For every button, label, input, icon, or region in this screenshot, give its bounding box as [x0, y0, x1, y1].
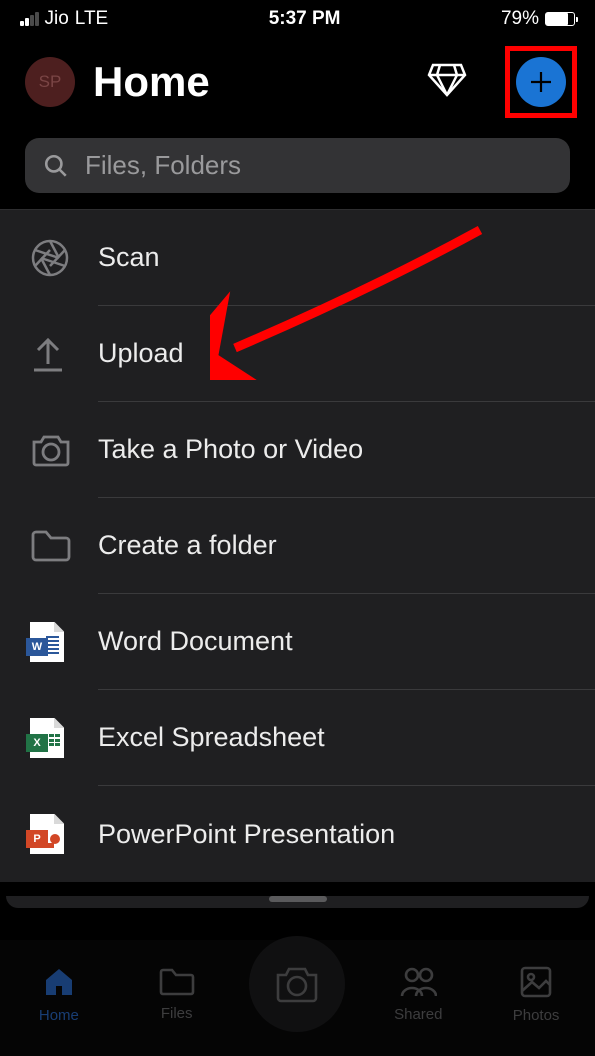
tab-bar: Home Files Shared Photos — [0, 940, 595, 1056]
battery-icon — [545, 12, 575, 26]
powerpoint-icon: P — [30, 814, 64, 854]
upload-icon — [30, 334, 66, 374]
network-label: LTE — [75, 8, 108, 30]
camera-icon — [274, 964, 320, 1004]
tab-label: Photos — [513, 1007, 560, 1024]
menu-item-powerpoint[interactable]: P PowerPoint Presentation — [0, 786, 595, 882]
create-menu: Scan Upload Take a Photo or Video Create… — [0, 209, 595, 882]
tab-label: Files — [161, 1005, 193, 1022]
tab-files[interactable]: Files — [132, 967, 222, 1022]
aperture-icon — [30, 238, 70, 278]
carrier-label: Jio — [45, 8, 69, 30]
people-icon — [399, 966, 437, 998]
folder-icon — [30, 529, 72, 563]
avatar[interactable]: SP — [25, 57, 75, 107]
menu-item-label: PowerPoint Presentation — [98, 786, 595, 882]
camera-icon — [30, 432, 72, 468]
menu-item-label: Scan — [98, 210, 595, 306]
excel-icon: X — [30, 718, 64, 758]
tab-home[interactable]: Home — [14, 965, 104, 1024]
menu-item-label: Upload — [98, 306, 595, 402]
search-field[interactable] — [25, 138, 570, 193]
menu-item-label: Take a Photo or Video — [98, 402, 595, 498]
word-icon: W — [30, 622, 64, 662]
diamond-icon — [427, 62, 467, 98]
plus-icon — [528, 69, 554, 95]
menu-item-create-folder[interactable]: Create a folder — [0, 498, 595, 594]
status-bar: Jio LTE 5:37 PM 79% — [0, 0, 595, 34]
search-input[interactable] — [85, 150, 552, 181]
menu-item-scan[interactable]: Scan — [0, 210, 595, 306]
menu-item-upload[interactable]: Upload — [0, 306, 595, 402]
tab-shared[interactable]: Shared — [373, 966, 463, 1023]
tab-photos[interactable]: Photos — [491, 965, 581, 1024]
battery-percentage: 79% — [501, 8, 539, 30]
menu-item-label: Create a folder — [98, 498, 595, 594]
avatar-initials: SP — [39, 72, 62, 92]
status-time: 5:37 PM — [269, 8, 341, 30]
tab-label: Shared — [394, 1006, 442, 1023]
header: SP Home — [0, 34, 595, 128]
menu-item-photo-video[interactable]: Take a Photo or Video — [0, 402, 595, 498]
tab-label: Home — [39, 1007, 79, 1024]
signal-icon — [20, 12, 39, 26]
menu-item-word[interactable]: W Word Document — [0, 594, 595, 690]
menu-item-label: Excel Spreadsheet — [98, 690, 595, 786]
add-button[interactable] — [516, 57, 566, 107]
home-icon — [42, 965, 76, 999]
add-button-highlight — [505, 46, 577, 118]
search-icon — [43, 153, 69, 179]
premium-button[interactable] — [427, 62, 467, 103]
menu-item-label: Word Document — [98, 594, 595, 690]
page-title: Home — [93, 58, 409, 106]
menu-item-excel[interactable]: X Excel Spreadsheet — [0, 690, 595, 786]
folder-icon — [158, 967, 196, 997]
tab-camera[interactable] — [249, 936, 345, 1032]
photo-icon — [519, 965, 553, 999]
sheet-handle[interactable] — [269, 896, 327, 902]
